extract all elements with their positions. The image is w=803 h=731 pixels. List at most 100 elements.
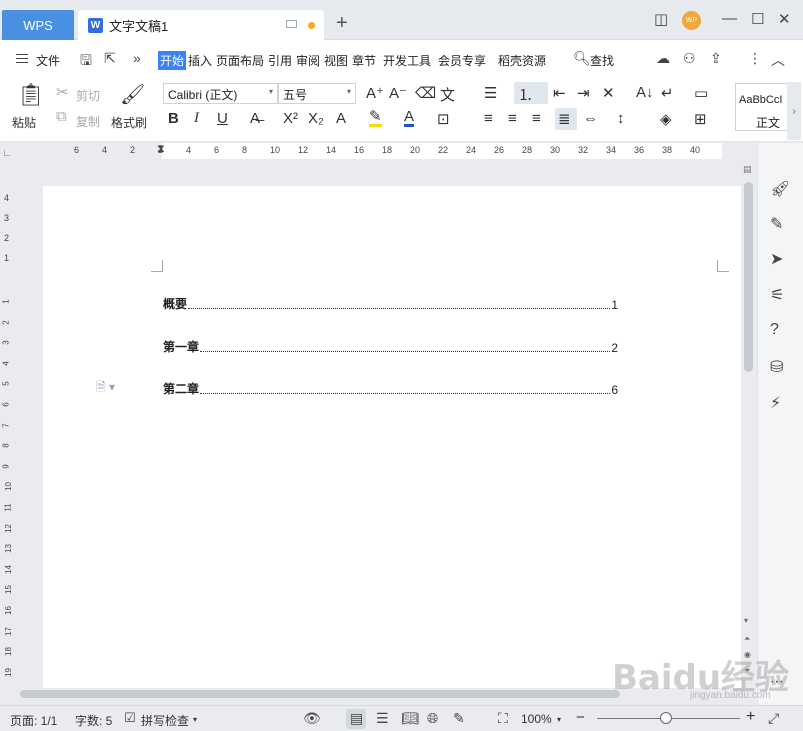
increase-indent-icon[interactable]: ⇥ [577,84,590,102]
show-marks-icon[interactable]: ↵ [661,84,674,102]
new-tab-button[interactable]: + [336,12,348,35]
zoom-in-icon[interactable]: + [746,708,755,726]
align-center-icon[interactable]: ≡ [508,110,517,127]
font-name-select[interactable]: Calibri (正文) ▾ [163,83,278,104]
tab-home[interactable]: 开始 [158,51,187,70]
backup-icon[interactable]: ⛁ [770,357,783,377]
shading-icon[interactable]: ◈ [660,110,672,128]
close-icon[interactable]: ✕ [778,10,791,28]
tab-stop-icon[interactable]: ∟ [2,148,12,159]
menu-icon[interactable] [16,54,28,63]
highlight-icon[interactable]: ✎ [369,109,382,127]
font-color-icon[interactable]: A [404,109,415,127]
spellcheck-button[interactable]: 拼写检查 [141,712,189,729]
rocket-icon[interactable]: 🚀︎ [770,179,790,199]
line-spacing-icon[interactable]: ↕ [617,110,625,127]
vertical-scroll-thumb[interactable] [744,182,753,372]
strikethrough-icon[interactable]: A̶ [250,110,260,127]
document-options-icon[interactable]: 🗎︎ ▾ [96,378,115,399]
bullet-list-icon[interactable]: ☰ [484,84,497,102]
borders-icon[interactable]: ⊞ [694,110,707,128]
toc-entry[interactable]: 第二章 6 [163,381,618,397]
zoom-dropdown-icon[interactable]: ▾ [557,715,561,724]
pointer-icon[interactable]: ➤ [770,249,783,269]
export-icon[interactable]: ⇱ [104,50,116,67]
distribute-icon[interactable]: ⇔ [583,110,598,127]
vertical-scrollbar[interactable]: ▤ ▾ ⏶ ◉ ⏷ [741,160,756,688]
horizontal-ruler[interactable]: 6 4 2 2 4 6 8 10 12 14 16 18 20 22 24 26 28 30 32 34 36 38 40 [44,143,756,159]
save-icon[interactable]: 🖫 [80,50,92,74]
help-icon[interactable]: ? [770,321,779,339]
collapse-ribbon-icon[interactable]: ︿ [771,50,785,70]
toc-entry[interactable]: 第一章 2 [163,339,618,355]
write-mode-icon[interactable]: ✎ [453,710,465,727]
adjust-icon[interactable]: ⚟ [770,285,784,305]
paste-button[interactable]: 粘贴 [12,114,36,131]
tab-references[interactable]: 引用 [268,52,292,69]
indent-marker-icon[interactable]: ⧗ [157,143,165,156]
maximize-icon[interactable]: ☐ [751,10,764,28]
scroll-top-icon[interactable]: ▤ [743,164,752,175]
superscript-icon[interactable]: X² [283,110,298,127]
numbered-list-icon[interactable]: ⒈ [518,84,533,105]
fit-page-icon[interactable]: ⛶ [498,710,508,727]
more-tools-button[interactable]: » [133,50,141,66]
zoom-level[interactable]: 100% [521,712,552,726]
document-page[interactable]: 概要 1 第一章 2 第二章 6 [43,186,741,688]
search-button[interactable]: 查找 [590,52,614,69]
wps-home-tab[interactable]: WPS [2,10,74,40]
vertical-ruler[interactable]: 4 3 2 1 1 2 3 4 5 6 7 8 9 10 11 12 13 14 15 16 17 18 19 [0,185,16,685]
minimize-icon[interactable]: — [722,10,737,27]
chinese-layout-icon[interactable]: ✕ [602,84,615,102]
web-view-icon[interactable]: 🌐︎ [427,710,438,727]
align-left-icon[interactable]: ≡ [484,110,493,127]
clear-format-icon[interactable]: ⌫ [415,84,436,102]
style-normal[interactable]: AaBbCcI 正文 [735,83,791,131]
horizontal-scroll-thumb[interactable] [20,690,620,698]
more-options-icon[interactable]: ⋮ [748,50,762,67]
copy-button[interactable]: 复制 [76,113,100,130]
page-view-icon[interactable]: ▤ [350,710,363,727]
justify-icon[interactable]: ≣ [558,110,571,128]
format-painter-button[interactable]: 格式刷 [111,114,147,131]
bold-icon[interactable]: B [168,110,179,127]
search-icon[interactable]: 🔍︎ [573,50,591,67]
subscript-icon[interactable]: X₂ [308,110,324,127]
avatar[interactable]: WP [682,11,701,30]
document-tab[interactable]: W 文字文稿1 [78,10,324,40]
toc-entry[interactable]: 概要 1 [163,296,618,312]
tab-docer[interactable]: 稻壳资源 [498,52,546,69]
font-size-select[interactable]: 五号 ▾ [278,83,356,104]
tab-member[interactable]: 会员专享 [438,52,486,69]
collaborate-icon[interactable]: ⚇ [683,50,696,67]
prev-page-icon[interactable]: ⏶ [744,634,750,644]
italic-icon[interactable]: I [194,110,199,127]
decrease-indent-icon[interactable]: ⇤ [553,84,566,102]
format-painter-icon[interactable]: 🖌︎ [120,82,145,107]
fullscreen-icon[interactable]: ⤢ [768,710,779,727]
tab-view[interactable]: 视图 [324,52,348,69]
align-right-icon[interactable]: ≡ [532,110,541,127]
monitor-icon[interactable] [286,20,297,28]
underline-icon[interactable]: U [217,110,228,127]
share-icon[interactable]: ⇪ [710,50,722,67]
lightning-icon[interactable]: ⚡︎ [770,393,781,413]
pen-icon[interactable]: ✎ [770,214,783,234]
word-count[interactable]: 字数: 5 [75,712,112,729]
zoom-out-icon[interactable]: − [576,709,585,726]
scroll-down-icon[interactable]: ▾ [744,616,748,625]
sidebar-layout-icon[interactable]: ◫ [654,10,668,28]
sort-icon[interactable]: A↓ [636,84,654,101]
eye-protection-icon[interactable]: 👁︎ [303,710,321,727]
tab-developer[interactable]: 开发工具 [383,52,431,69]
ribbon-scroll-right-icon[interactable]: › [787,82,801,140]
tab-insert[interactable]: 插入 [188,52,212,69]
paste-icon[interactable]: 📋︎ [17,82,45,108]
increase-font-icon[interactable]: A⁺ [366,84,384,102]
outline-view-icon[interactable]: ☰ [376,710,389,727]
ruler-toggle-icon[interactable]: ▭ [694,84,708,102]
reading-mode-icon[interactable]: 📖︎ [401,710,419,727]
cloud-sync-icon[interactable]: ☁ [656,50,670,67]
character-border-icon[interactable]: ⊡ [437,110,450,128]
tab-chapter[interactable]: 章节 [352,52,376,69]
